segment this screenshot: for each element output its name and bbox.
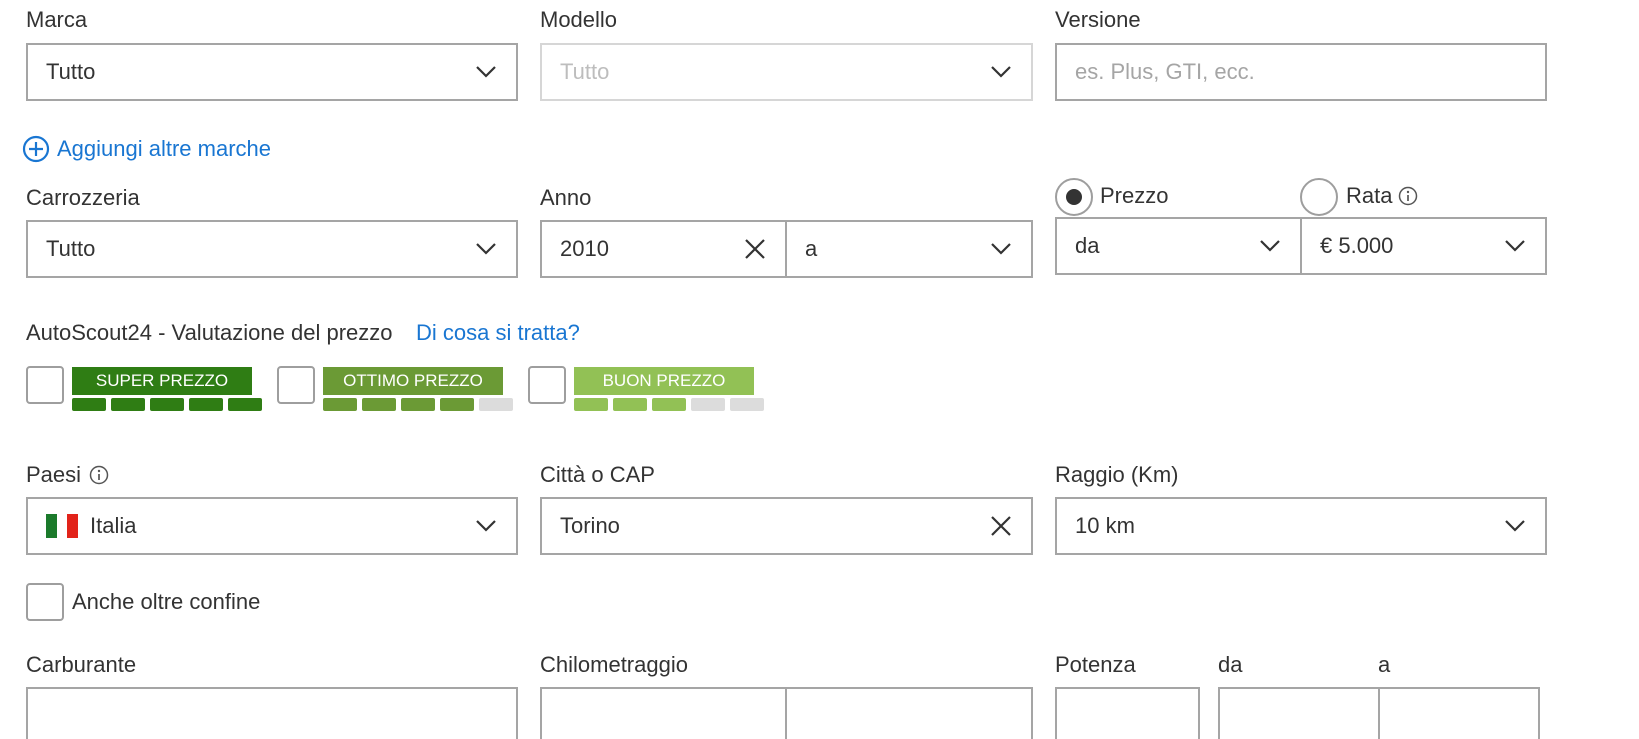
chevron-down-icon <box>1501 232 1529 260</box>
power-from-label: da <box>1218 652 1243 677</box>
mileage-label: Chilometraggio <box>540 652 688 677</box>
power-from-select[interactable] <box>1218 687 1380 739</box>
price-to-value: € 5.000 <box>1320 233 1394 258</box>
rating-bar-segment <box>72 398 106 411</box>
price-mode-radio[interactable] <box>1055 178 1093 216</box>
rating-bar-segment <box>479 398 513 411</box>
good-price-badge: BUON PREZZO <box>574 367 754 395</box>
rating-bar-segment <box>613 398 647 411</box>
make-value: Tutto <box>46 59 96 84</box>
power-unit-select[interactable] <box>1055 687 1200 739</box>
cross-border-checkbox[interactable] <box>26 583 64 621</box>
city-value: Torino <box>560 513 620 538</box>
year-to-value: a <box>805 236 818 261</box>
rating-bar-segment <box>150 398 184 411</box>
rating-bar-segment <box>189 398 223 411</box>
chevron-down-icon <box>987 235 1015 263</box>
city-input[interactable]: Torino <box>540 497 1033 555</box>
year-label: Anno <box>540 185 592 210</box>
country-label-wrap: Paesi <box>26 462 109 488</box>
body-label: Carrozzeria <box>26 185 140 210</box>
year-to-select[interactable]: a <box>785 220 1033 278</box>
rating-bar-segment <box>730 398 764 411</box>
rating-bar-segment <box>228 398 262 411</box>
chevron-down-icon <box>472 512 500 540</box>
chevron-down-icon <box>472 235 500 263</box>
version-placeholder: es. Plus, GTI, ecc. <box>1075 59 1255 84</box>
rate-mode-label: Rata <box>1346 183 1393 208</box>
price-from-value: da <box>1075 233 1100 258</box>
year-from-input[interactable]: 2010 <box>540 220 787 278</box>
price-rating-help-link[interactable]: Di cosa si tratta? <box>416 320 580 346</box>
power-to-select[interactable] <box>1378 687 1540 739</box>
info-icon[interactable] <box>1398 186 1418 206</box>
rating-bar-segment <box>362 398 396 411</box>
mileage-from-select[interactable] <box>540 687 787 739</box>
info-icon[interactable] <box>89 465 109 485</box>
super-price-badge: SUPER PREZZO <box>72 367 252 395</box>
close-icon[interactable] <box>741 235 769 263</box>
rating-bar-segment <box>440 398 474 411</box>
rating-bar-segment <box>574 398 608 411</box>
chevron-down-icon <box>987 58 1015 86</box>
radius-label: Raggio (Km) <box>1055 462 1179 487</box>
rating-bar-segment <box>691 398 725 411</box>
add-makes-link[interactable]: Aggiungi altre marche <box>22 135 271 163</box>
italy-flag-icon <box>46 514 79 538</box>
make-label: Marca <box>26 7 88 32</box>
price-mode-label: Prezzo <box>1100 183 1169 208</box>
rating-bar-segment <box>401 398 435 411</box>
great-price-checkbox[interactable] <box>277 366 315 404</box>
cross-border-label: Anche oltre confine <box>72 589 261 614</box>
price-to-select[interactable]: € 5.000 <box>1300 217 1547 275</box>
model-select[interactable]: Tutto <box>540 43 1033 101</box>
price-rating-title: AutoScout24 - Valutazione del prezzo <box>26 320 393 345</box>
good-price-bars <box>574 398 764 411</box>
fuel-select[interactable] <box>26 687 518 739</box>
chevron-down-icon <box>1256 232 1284 260</box>
plus-circle-icon <box>22 135 50 163</box>
great-price-badge: OTTIMO PREZZO <box>323 367 503 395</box>
add-makes-label: Aggiungi altre marche <box>57 136 272 161</box>
city-label: Città o CAP <box>540 462 655 487</box>
super-price-checkbox[interactable] <box>26 366 64 404</box>
year-from-value: 2010 <box>560 236 609 261</box>
version-label: Versione <box>1055 7 1141 32</box>
radius-value: 10 km <box>1075 513 1135 538</box>
radio-selected-dot <box>1066 189 1082 205</box>
mileage-to-select[interactable] <box>785 687 1033 739</box>
rate-mode-radio[interactable] <box>1300 178 1338 216</box>
radius-select[interactable]: 10 km <box>1055 497 1547 555</box>
fuel-label: Carburante <box>26 652 137 677</box>
power-to-label: a <box>1378 652 1391 677</box>
chevron-down-icon <box>1501 512 1529 540</box>
good-price-checkbox[interactable] <box>528 366 566 404</box>
country-select[interactable]: Italia <box>26 497 518 555</box>
rating-bar-segment <box>111 398 145 411</box>
body-value: Tutto <box>46 236 96 261</box>
super-price-bars <box>72 398 262 411</box>
body-select[interactable]: Tutto <box>26 220 518 278</box>
chevron-down-icon <box>472 58 500 86</box>
rate-mode-label-wrap: Rata <box>1346 183 1418 209</box>
country-label: Paesi <box>26 462 82 487</box>
model-placeholder: Tutto <box>560 59 610 84</box>
model-label: Modello <box>540 7 618 32</box>
rating-bar-segment <box>652 398 686 411</box>
country-value: Italia <box>90 513 137 538</box>
rating-bar-segment <box>323 398 357 411</box>
close-icon[interactable] <box>987 512 1015 540</box>
make-select[interactable]: Tutto <box>26 43 518 101</box>
great-price-bars <box>323 398 513 411</box>
price-from-select[interactable]: da <box>1055 217 1302 275</box>
power-label: Potenza <box>1055 652 1136 677</box>
version-input[interactable]: es. Plus, GTI, ecc. <box>1055 43 1547 101</box>
